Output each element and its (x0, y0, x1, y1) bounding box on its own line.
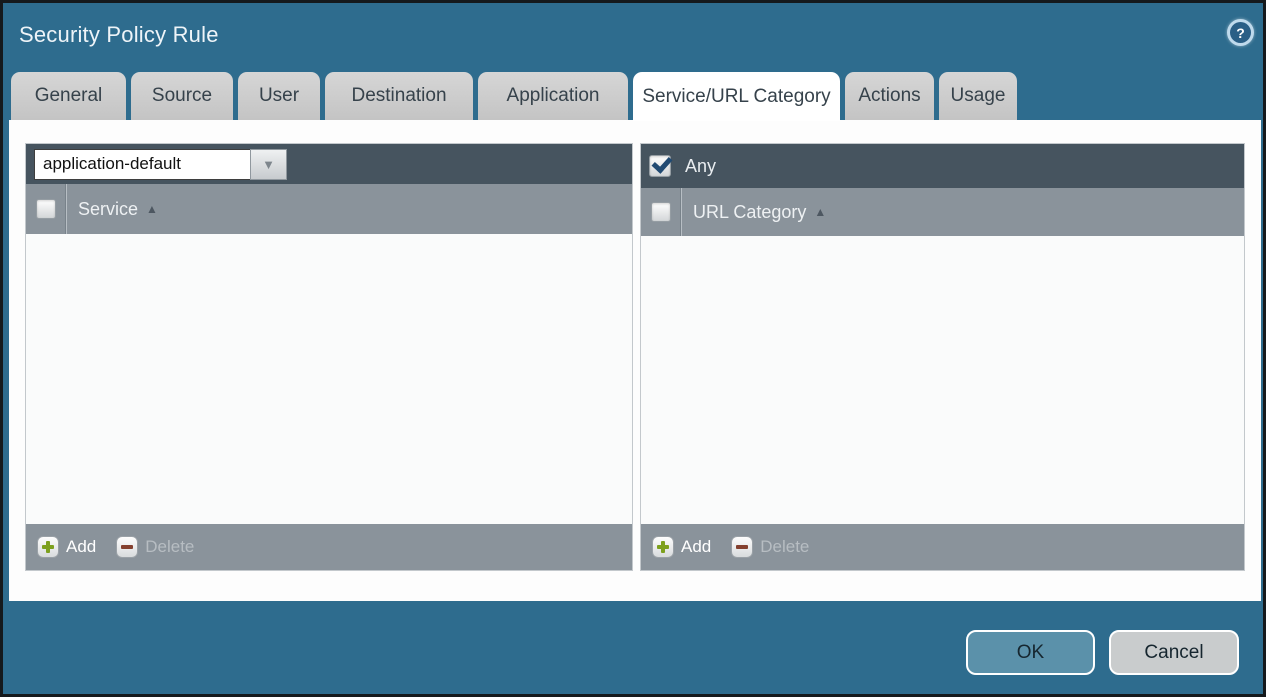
service-select-all-cell (26, 184, 67, 234)
delete-button-label: Delete (145, 537, 194, 557)
tab-destination[interactable]: Destination (325, 72, 473, 120)
service-select-toolbar: ▼ (26, 144, 632, 184)
url-category-column-header[interactable]: URL Category ▲ (693, 202, 826, 223)
any-checkbox[interactable] (649, 155, 671, 177)
service-table-header: Service ▲ (26, 184, 632, 234)
service-type-dropdown-button[interactable]: ▼ (250, 149, 287, 180)
sort-ascending-icon: ▲ (146, 202, 158, 216)
tab-general[interactable]: General (11, 72, 126, 120)
tab-usage[interactable]: Usage (939, 72, 1017, 120)
delete-button-label: Delete (760, 537, 809, 557)
service-select-all-checkbox[interactable] (36, 199, 56, 219)
add-button-label: Add (681, 537, 711, 557)
url-category-footer-toolbar: Add Delete (641, 524, 1244, 570)
chevron-down-icon: ▼ (262, 158, 275, 171)
url-category-select-all-cell (641, 188, 682, 236)
tab-application[interactable]: Application (478, 72, 628, 120)
url-category-table-header: URL Category ▲ (641, 188, 1244, 236)
service-column-header[interactable]: Service ▲ (78, 199, 158, 220)
url-category-delete-button[interactable]: Delete (731, 536, 809, 558)
url-category-select-all-checkbox[interactable] (651, 202, 671, 222)
cancel-button[interactable]: Cancel (1109, 630, 1239, 675)
service-type-input[interactable] (34, 149, 250, 180)
tab-source[interactable]: Source (131, 72, 233, 120)
tab-service-url-category[interactable]: Service/URL Category (633, 72, 840, 121)
delete-minus-icon (116, 536, 138, 558)
url-category-panel: Any URL Category ▲ Add (640, 143, 1245, 571)
service-panel: ▼ Service ▲ Add (25, 143, 633, 571)
service-type-combobox: ▼ (34, 149, 287, 180)
dialog-title: Security Policy Rule (19, 22, 219, 48)
any-row: Any (649, 155, 716, 177)
url-category-list-body (641, 236, 1244, 524)
service-delete-button[interactable]: Delete (116, 536, 194, 558)
service-column-label: Service (78, 199, 138, 220)
url-category-any-toolbar: Any (641, 144, 1244, 188)
tab-bar: General Source User Destination Applicat… (11, 72, 1017, 120)
service-footer-toolbar: Add Delete (26, 524, 632, 570)
help-button[interactable]: ? (1227, 19, 1254, 46)
help-icon: ? (1230, 22, 1251, 43)
security-policy-rule-dialog: Security Policy Rule ? General Source Us… (0, 0, 1266, 697)
tab-content-area: ▼ Service ▲ Add (9, 120, 1261, 601)
add-button-label: Add (66, 537, 96, 557)
sort-ascending-icon: ▲ (814, 205, 826, 219)
service-add-button[interactable]: Add (37, 536, 96, 558)
any-checkbox-label: Any (685, 156, 716, 177)
ok-button[interactable]: OK (966, 630, 1095, 675)
add-plus-icon (37, 536, 59, 558)
delete-minus-icon (731, 536, 753, 558)
tab-user[interactable]: User (238, 72, 320, 120)
url-category-add-button[interactable]: Add (652, 536, 711, 558)
service-list-body (26, 234, 632, 524)
tab-actions[interactable]: Actions (845, 72, 934, 120)
add-plus-icon (652, 536, 674, 558)
url-category-column-label: URL Category (693, 202, 806, 223)
